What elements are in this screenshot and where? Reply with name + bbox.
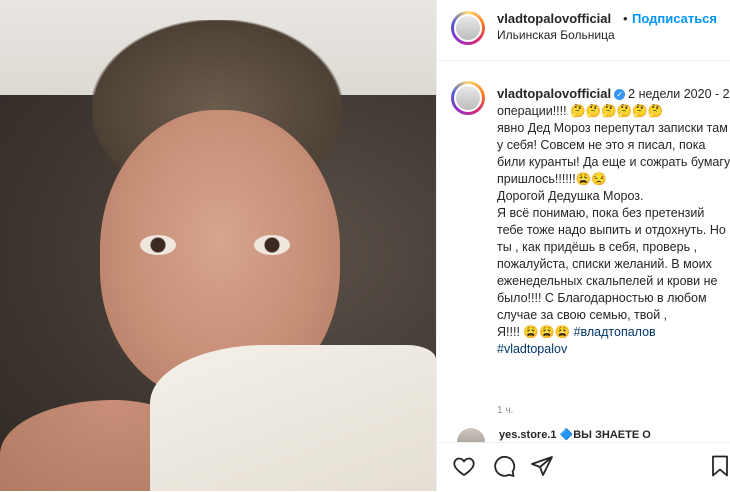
- post-side-panel: vladtopalovofficial • Подписаться Ильинс…: [436, 0, 730, 492]
- caption-username[interactable]: vladtopalovofficial: [497, 86, 611, 101]
- hashtag-vladtopalov-ru[interactable]: #владтопалов: [574, 325, 656, 339]
- post-photo[interactable]: [0, 0, 436, 491]
- comment-body: 🔷ВЫ ЗНАЕТЕ О: [559, 429, 651, 441]
- like-button[interactable]: [451, 453, 477, 479]
- bookmark-icon: [712, 455, 728, 477]
- action-bar: [437, 442, 730, 492]
- commenter-username[interactable]: yes.store.1: [499, 429, 556, 441]
- share-button[interactable]: [529, 453, 555, 479]
- hashtag-vladtopalov[interactable]: #vladtopalov: [497, 342, 567, 356]
- photo-right-eye: [254, 235, 290, 255]
- comment-button[interactable]: [491, 453, 517, 479]
- commenter-avatar[interactable]: [457, 428, 485, 442]
- comment-icon: [494, 455, 516, 477]
- follow-button[interactable]: Подписаться: [632, 11, 717, 26]
- header-separator: •: [623, 11, 628, 26]
- post-location[interactable]: Ильинская Больница: [497, 28, 615, 42]
- author-avatar[interactable]: [451, 11, 485, 45]
- author-username[interactable]: vladtopalovofficial: [497, 11, 611, 26]
- comment-text: yes.store.1 🔷ВЫ ЗНАЕТЕ О: [499, 428, 651, 441]
- heart-icon: [453, 457, 475, 477]
- save-button[interactable]: [707, 453, 730, 479]
- caption-body: явно Дед Мороз перепутал записки там у с…: [497, 121, 730, 339]
- photo-left-eye: [140, 235, 176, 255]
- post-header: vladtopalovofficial • Подписаться Ильинс…: [437, 0, 730, 61]
- verified-badge-icon: ✓: [614, 89, 626, 101]
- photo-scarf: [150, 345, 436, 491]
- share-icon: [531, 456, 553, 476]
- comment-item: yes.store.1 🔷ВЫ ЗНАЕТЕ О: [447, 428, 730, 442]
- caption-author-avatar[interactable]: [451, 81, 485, 115]
- post-time: 1 ч.: [497, 405, 514, 416]
- post-caption: vladtopalovofficial ✓ 2 недели 2020 - 2 оп…: [497, 85, 730, 358]
